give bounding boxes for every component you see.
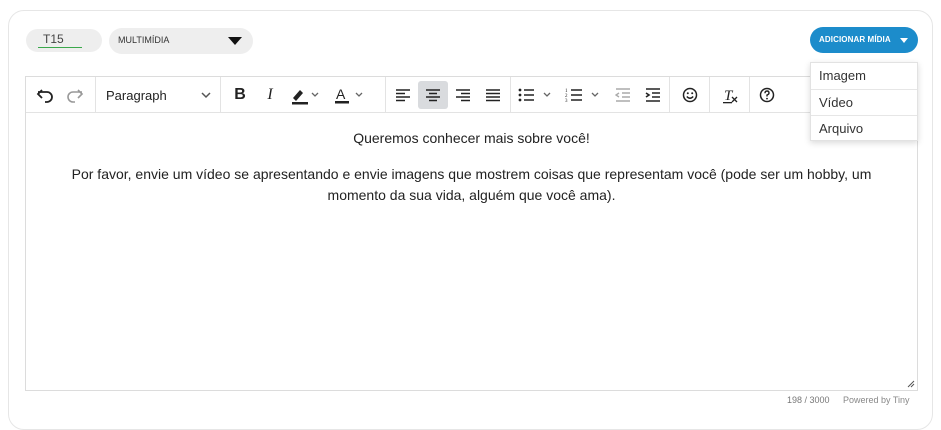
svg-text:3: 3 — [565, 99, 568, 103]
question-type-label: MULTIMÍDIA — [118, 35, 170, 45]
svg-text:A: A — [336, 86, 346, 102]
media-option-video[interactable]: Vídeo — [811, 89, 917, 115]
chevron-down-icon — [228, 37, 242, 45]
powered-by-link[interactable]: Powered by Tiny — [843, 395, 910, 405]
alignment-group — [386, 77, 511, 113]
media-option-image[interactable]: Imagem — [811, 63, 917, 89]
character-count: 198 / 3000 — [787, 395, 830, 405]
question-code-text: T15 — [43, 32, 64, 46]
bullet-list-icon[interactable] — [515, 81, 559, 109]
clear-format-group: T — [710, 77, 750, 113]
chevron-down-icon — [201, 92, 211, 99]
align-justify-icon[interactable] — [478, 81, 508, 109]
text-color-icon[interactable]: A — [329, 81, 369, 109]
editor-toolbar: Paragraph B I A 1 2 3 T — [26, 77, 917, 113]
block-format-select[interactable]: Paragraph — [96, 77, 221, 113]
content-heading-paragraph: Queremos conhecer mais sobre você! — [353, 130, 590, 146]
media-option-file[interactable]: Arquivo — [811, 115, 917, 141]
numbered-list-icon[interactable]: 123 — [563, 81, 607, 109]
align-center-icon[interactable] — [418, 81, 448, 109]
italic-icon[interactable]: I — [255, 81, 285, 109]
question-type-select[interactable]: MULTIMÍDIA — [109, 28, 253, 54]
add-media-dropdown: Imagem Vídeo Arquivo — [810, 62, 918, 141]
redo-icon[interactable] — [60, 81, 90, 109]
help-icon[interactable] — [752, 81, 782, 109]
history-group — [26, 77, 96, 113]
bold-icon[interactable]: B — [225, 81, 255, 109]
code-underline — [38, 47, 82, 48]
add-media-label: ADICIONAR MÍDIA — [819, 35, 891, 44]
content-body-paragraph: Por favor, envie um vídeo se apresentand… — [71, 166, 872, 203]
caret-down-icon — [900, 38, 908, 43]
undo-icon[interactable] — [30, 81, 60, 109]
clear-format-icon[interactable]: T — [715, 81, 745, 109]
list-group: 123 — [511, 77, 670, 113]
highlight-icon[interactable] — [287, 81, 321, 109]
text-style-group: B I A — [221, 77, 386, 113]
add-media-button[interactable]: ADICIONAR MÍDIA — [810, 27, 918, 53]
block-format-label: Paragraph — [106, 88, 167, 103]
emoji-icon[interactable] — [675, 81, 705, 109]
align-right-icon[interactable] — [448, 81, 478, 109]
resize-handle-icon[interactable] — [907, 380, 915, 388]
rich-text-editor: Paragraph B I A 1 2 3 T Queremos conhece… — [25, 76, 918, 391]
question-code-field[interactable]: T15 — [26, 29, 102, 52]
emoji-group — [670, 77, 710, 113]
outdent-icon[interactable] — [608, 81, 638, 109]
align-left-icon[interactable] — [388, 81, 418, 109]
indent-icon[interactable] — [638, 81, 668, 109]
